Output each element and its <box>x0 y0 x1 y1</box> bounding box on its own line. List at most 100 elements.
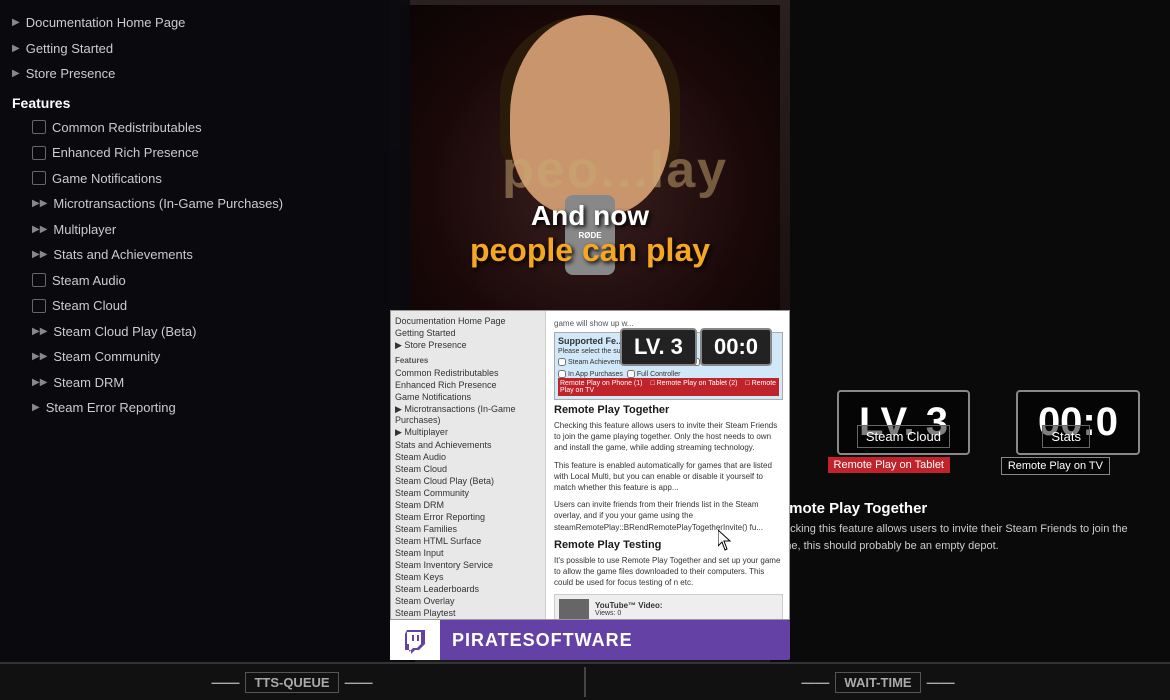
mini-section-features: Features <box>393 354 543 367</box>
sidebar-label-steam-cloud-play: Steam Cloud Play (Beta) <box>53 322 196 342</box>
background-text: peo...lay <box>415 140 815 200</box>
video-thumb-img <box>559 599 589 619</box>
arrow-icon: ▶▶ <box>32 375 47 390</box>
mini-nav-microtrans[interactable]: ▶ Microtransactions (In-Game Purchases) <box>393 403 543 426</box>
bullet-icon <box>32 299 46 313</box>
rpt-right-desc: Checking this feature allows users to in… <box>770 521 1140 554</box>
remote-tablet-label: Remote Play on Tablet <box>828 457 950 473</box>
sidebar-item-microtransactions[interactable]: ▶▶ Microtransactions (In-Game Purchases) <box>28 191 402 217</box>
mini-nav-leaderboards[interactable]: Steam Leaderboards <box>393 583 543 595</box>
sidebar-item-multiplayer[interactable]: ▶▶ Multiplayer <box>28 217 402 243</box>
mini-nav-community[interactable]: Steam Community <box>393 487 543 499</box>
sidebar-item-stats-achievements[interactable]: ▶▶ Stats and Achievements <box>28 242 402 268</box>
wait-dash-left: —— <box>801 674 829 690</box>
video-info: YouTube™ Video: Views: 0 <box>595 601 663 617</box>
checkbox-full-controller[interactable]: Full Controller <box>627 370 681 378</box>
bullet-icon <box>32 120 46 134</box>
sidebar-item-steam-cloud[interactable]: Steam Cloud <box>28 293 402 319</box>
mini-nav-input[interactable]: Steam Input <box>393 547 543 559</box>
sidebar-label-multiplayer: Multiplayer <box>53 220 116 240</box>
mini-nav-families[interactable]: Steam Families <box>393 523 543 535</box>
wait-dash-right: —— <box>927 674 955 690</box>
mini-nav-steam-audio[interactable]: Steam Audio <box>393 451 543 463</box>
features-label: Features <box>12 95 70 111</box>
arrow-icon: ▶▶ <box>32 247 47 262</box>
sidebar-label-steam-error-reporting: Steam Error Reporting <box>46 398 176 418</box>
sidebar-item-steam-drm[interactable]: ▶▶ Steam DRM <box>28 370 402 396</box>
sidebar-label-steam-drm: Steam DRM <box>53 373 124 393</box>
sidebar-item-doc-home[interactable]: ▶ Documentation Home Page <box>8 10 402 36</box>
docs-sidebar[interactable]: ▶ Documentation Home Page ▶ Getting Star… <box>0 0 410 700</box>
mini-nav-cloud-play[interactable]: Steam Cloud Play (Beta) <box>393 475 543 487</box>
tts-label: TTS-QUEUE <box>245 672 338 693</box>
mini-nav-overlay[interactable]: Steam Overlay <box>393 595 543 607</box>
mini-nav-getting-started[interactable]: Getting Started <box>393 327 543 339</box>
mini-nav-playtest[interactable]: Steam Playtest <box>393 607 543 619</box>
mini-nav-html[interactable]: Steam HTML Surface <box>393 535 543 547</box>
mini-nav-error[interactable]: Steam Error Reporting <box>393 511 543 523</box>
sidebar-item-steam-error-reporting[interactable]: ▶ Steam Error Reporting <box>28 395 402 421</box>
twitch-logo <box>390 620 440 660</box>
lv-badge-small: LV. 3 <box>620 328 697 366</box>
arrow-icon: ▶▶ <box>32 324 47 339</box>
bullet-icon <box>32 171 46 185</box>
mini-nav-common-redis[interactable]: Common Redistributables <box>393 367 543 379</box>
sidebar-label-microtransactions: Microtransactions (In-Game Purchases) <box>53 194 283 214</box>
sidebar-item-common-redistributables[interactable]: Common Redistributables <box>28 115 402 141</box>
sidebar-item-enhanced-rich-presence[interactable]: Enhanced Rich Presence <box>28 140 402 166</box>
remote-play-highlight-row: Remote Play on Phone (1) □ Remote Play o… <box>558 378 779 396</box>
rpt-section-detail: This feature is enabled automatically fo… <box>554 460 783 494</box>
mini-nav-doc-home[interactable]: Documentation Home Page <box>393 315 543 327</box>
sidebar-label-steam-community: Steam Community <box>53 347 160 367</box>
sidebar-item-steam-cloud-play[interactable]: ▶▶ Steam Cloud Play (Beta) <box>28 319 402 345</box>
bullet-icon <box>32 273 46 287</box>
video-thumbnail: YouTube™ Video: Views: 0 <box>554 594 783 620</box>
bullet-icon <box>32 146 46 160</box>
mini-nav-inventory[interactable]: Steam Inventory Service <box>393 559 543 571</box>
timer-badge-small: 00:0 <box>700 328 772 366</box>
tts-dash-right: —— <box>345 674 373 690</box>
mini-nav-drm[interactable]: Steam DRM <box>393 499 543 511</box>
sidebar-item-getting-started[interactable]: ▶ Getting Started <box>8 36 402 62</box>
mini-nav-multiplayer[interactable]: ▶ Multiplayer <box>393 426 543 439</box>
arrow-icon: ▶ <box>12 15 20 30</box>
sidebar-label-stats-achievements: Stats and Achievements <box>53 245 192 265</box>
wait-label: WAIT-TIME <box>835 672 920 693</box>
sidebar-label-common-redistributables: Common Redistributables <box>52 118 202 138</box>
sidebar-label-doc-home: Documentation Home Page <box>26 13 186 33</box>
rp-tablet-label: □ Remote Play on Tablet (2) <box>650 380 737 387</box>
arrow-icon: ▶▶ <box>32 222 47 237</box>
rpt-right-section: Remote Play Together Checking this featu… <box>770 500 1140 554</box>
mini-sidebar[interactable]: Documentation Home Page Getting Started … <box>391 311 546 620</box>
sidebar-label-enhanced-rich-presence: Enhanced Rich Presence <box>52 143 199 163</box>
checkbox-in-app[interactable]: In App Purchases <box>558 370 623 378</box>
mini-nav-keys[interactable]: Steam Keys <box>393 571 543 583</box>
rpt-section-title: Remote Play Together <box>554 404 783 416</box>
tts-dash-left: —— <box>211 674 239 690</box>
mini-nav-game-notif[interactable]: Game Notifications <box>393 391 543 403</box>
mini-nav-erp[interactable]: Enhanced Rich Presence <box>393 379 543 391</box>
arrow-icon: ▶ <box>32 400 40 415</box>
arrow-icon: ▶ <box>12 66 20 81</box>
sidebar-label-steam-cloud: Steam Cloud <box>52 296 127 316</box>
sidebar-item-game-notifications[interactable]: Game Notifications <box>28 166 402 192</box>
arrow-icon: ▶▶ <box>32 349 47 364</box>
stats-label: Stats <box>1042 425 1090 448</box>
mini-nav-steam-cloud[interactable]: Steam Cloud <box>393 463 543 475</box>
people-can-play-text: people can play <box>390 232 790 269</box>
mini-nav-store-presence[interactable]: ▶ Store Presence <box>393 339 543 352</box>
sidebar-label-game-notifications: Game Notifications <box>52 169 162 189</box>
sidebar-item-steam-audio[interactable]: Steam Audio <box>28 268 402 294</box>
twitch-channel-name: PIRATESOFTWARE <box>440 630 633 651</box>
mini-nav-stats[interactable]: Stats and Achievements <box>393 439 543 451</box>
tts-section: —— TTS-QUEUE —— <box>0 672 584 693</box>
wait-section: —— WAIT-TIME —— <box>586 672 1170 693</box>
and-now-text: And now <box>390 200 790 232</box>
sidebar-section-features: Features <box>8 91 402 115</box>
steam-cloud-label: Steam Cloud <box>857 425 950 448</box>
sidebar-item-store-presence[interactable]: ▶ Store Presence <box>8 61 402 87</box>
sidebar-item-steam-community[interactable]: ▶▶ Steam Community <box>28 344 402 370</box>
rp-testing-title: Remote Play Testing <box>554 539 783 551</box>
sidebar-label-getting-started: Getting Started <box>26 39 113 59</box>
remote-tv-label: Remote Play on TV <box>1001 457 1110 475</box>
